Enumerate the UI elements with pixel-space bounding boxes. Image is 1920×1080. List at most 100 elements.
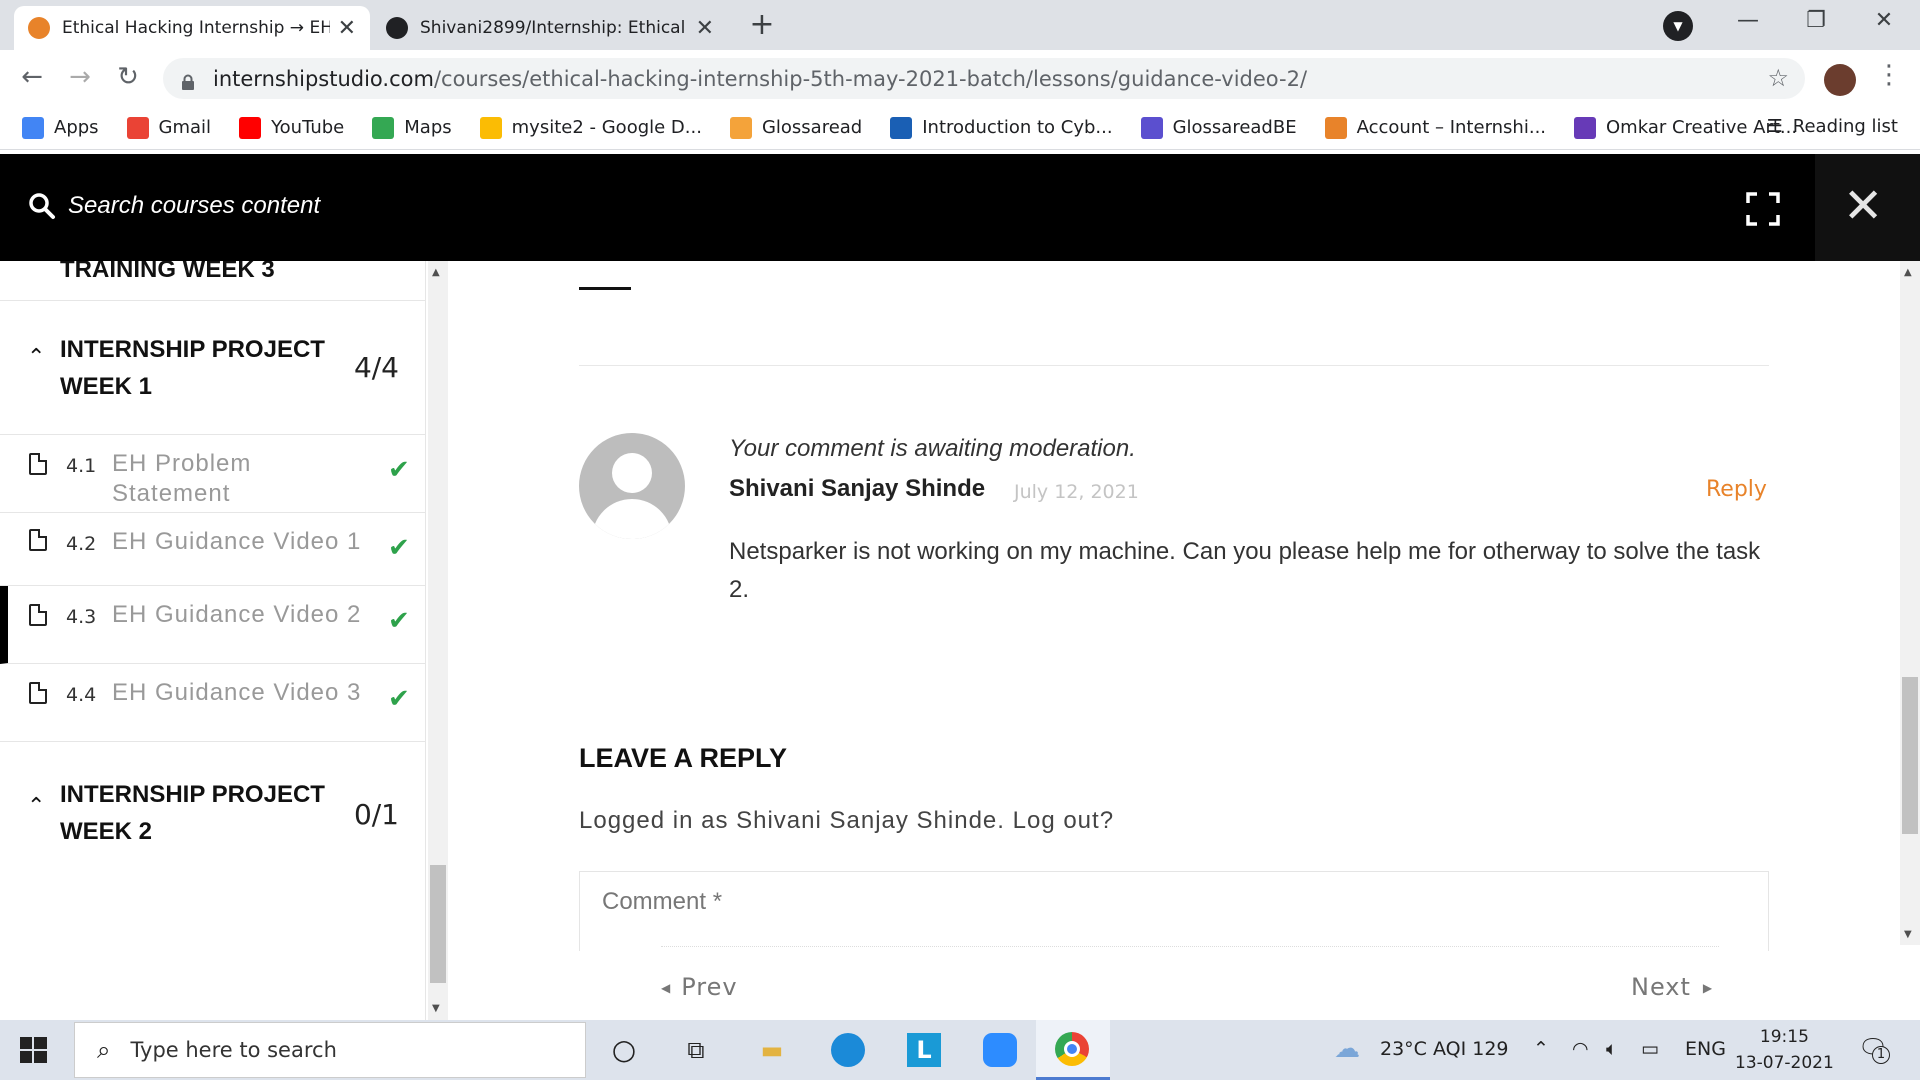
reading-list-label: Reading list: [1792, 116, 1898, 137]
section-internship-project-week-1[interactable]: ⌃ INTERNSHIP PROJECT WEEK 1 4/4: [0, 301, 425, 435]
bookmark-item[interactable]: Account – Internshi...: [1324, 116, 1546, 139]
next-label: Next: [1631, 973, 1691, 1001]
page-scrollbar[interactable]: ▲ ▼: [1900, 261, 1920, 945]
sidebar-scroll-thumb[interactable]: [430, 865, 446, 983]
cortana-icon[interactable]: ○: [604, 1030, 644, 1070]
url-host: internshipstudio.com: [213, 66, 434, 91]
scroll-up-arrow-icon[interactable]: ▲: [432, 267, 440, 278]
apps-grid-icon: [22, 116, 44, 139]
course-header-bar: Search courses content ✕: [0, 154, 1920, 261]
section-internship-project-week-2[interactable]: ⌃ INTERNSHIP PROJECT WEEK 2 0/1: [0, 742, 425, 876]
divider: [579, 287, 631, 290]
chrome-icon: [1055, 1032, 1089, 1066]
volume-icon[interactable]: 🔈︎: [1606, 1038, 1617, 1060]
sidebar-scrollbar[interactable]: ▲ ▼: [428, 261, 448, 1020]
search-icon[interactable]: [28, 192, 56, 220]
close-course-button[interactable]: ✕: [1815, 154, 1920, 261]
bookmark-item[interactable]: Introduction to Cyb...: [890, 116, 1113, 139]
prev-lesson-button[interactable]: ◀ Prev: [661, 973, 738, 1001]
restore-window-icon[interactable]: ❐: [1786, 8, 1846, 33]
page-scroll-thumb[interactable]: [1902, 677, 1918, 834]
notification-center-icon[interactable]: 🗨︎ 1: [1858, 1034, 1890, 1064]
lesson-item-4-1[interactable]: 4.1 EH Problem Statement ✔: [0, 435, 425, 513]
document-icon: [29, 682, 47, 704]
bookmarks-bar: Apps Gmail YouTube Maps mysite2 - Google D..…: [0, 106, 1920, 150]
taskbar-search-box[interactable]: ⌕ Type here to search: [74, 1022, 586, 1078]
bookmark-label: Gmail: [158, 117, 212, 138]
show-hidden-icons-chevron-icon[interactable]: ⌃: [1533, 1038, 1549, 1060]
edge-browser-icon[interactable]: [828, 1030, 868, 1070]
chevron-up-icon[interactable]: ⌃: [27, 345, 45, 370]
completed-check-icon: ✔: [388, 684, 410, 714]
zoom-app-icon[interactable]: [980, 1030, 1020, 1070]
new-tab-plus-icon[interactable]: +: [742, 8, 782, 44]
lesson-item-4-4[interactable]: 4.4 EH Guidance Video 3 ✔: [0, 664, 425, 742]
bookmark-item[interactable]: Gmail: [126, 116, 212, 139]
close-tab-icon[interactable]: ✕: [338, 16, 356, 41]
wifi-icon[interactable]: ◠: [1572, 1038, 1589, 1060]
bookmark-item[interactable]: Maps: [372, 116, 452, 139]
s-logo-icon: [890, 116, 913, 139]
section-progress-count: 4/4: [353, 351, 399, 384]
close-tab-icon[interactable]: ✕: [696, 16, 714, 41]
commenter-avatar: [579, 433, 685, 539]
bookmark-label: Introduction to Cyb...: [922, 117, 1113, 138]
comment-author: Shivani Sanjay Shinde: [729, 475, 986, 502]
next-lesson-button[interactable]: Next ▶: [1631, 973, 1713, 1001]
bookmark-item[interactable]: Apps: [22, 116, 99, 139]
profile-avatar[interactable]: [1824, 64, 1856, 96]
url-path: /courses/ethical-hacking-internship-5th-…: [433, 66, 1308, 91]
section-title-line1: INTERNSHIP PROJECT: [60, 336, 325, 363]
completed-check-icon: ✔: [388, 533, 410, 563]
scroll-down-arrow-icon[interactable]: ▼: [432, 1003, 440, 1014]
reading-list-button[interactable]: ☰ Reading list: [1767, 116, 1898, 137]
chrome-taskbar-button[interactable]: [1036, 1020, 1110, 1080]
bookmark-item[interactable]: Glossaread: [729, 116, 863, 139]
scroll-down-arrow-icon[interactable]: ▼: [1904, 929, 1912, 940]
search-courses-input[interactable]: Search courses content: [68, 192, 320, 220]
bookmark-item[interactable]: Omkar Creative Art...: [1574, 116, 1797, 139]
bookmark-item[interactable]: mysite2 - Google D...: [479, 116, 702, 139]
task-view-icon[interactable]: ⧉: [676, 1030, 716, 1070]
weather-text[interactable]: 23°C AQI 129: [1380, 1038, 1509, 1060]
file-explorer-icon[interactable]: ▬: [752, 1030, 792, 1070]
glossareadbe-icon: [1140, 116, 1163, 139]
lesson-item-4-2[interactable]: 4.2 EH Guidance Video 1 ✔: [0, 513, 425, 586]
bookmark-label: Glossaread: [761, 117, 863, 138]
tab-github-internship[interactable]: Shivani2899/Internship: Ethical H ✕: [372, 6, 728, 50]
battery-icon[interactable]: ▭: [1641, 1038, 1659, 1060]
close-window-icon[interactable]: ✕: [1854, 8, 1914, 33]
back-arrow-icon[interactable]: ←: [14, 62, 50, 92]
bookmark-label: YouTube: [271, 117, 345, 138]
lesson-navigation: ◀ Prev Next ▶: [449, 951, 1900, 1020]
reply-link[interactable]: Reply: [1706, 477, 1767, 502]
section-title-line2: WEEK 2: [60, 818, 153, 845]
fullscreen-icon[interactable]: [1746, 192, 1780, 226]
address-bar[interactable]: internshipstudio.com/courses/ethical-hac…: [163, 58, 1805, 99]
minimize-window-icon[interactable]: —: [1718, 8, 1778, 33]
weather-icon[interactable]: ☁: [1334, 1034, 1360, 1064]
windows-start-icon[interactable]: [20, 1036, 48, 1064]
scroll-up-arrow-icon[interactable]: ▲: [1904, 267, 1912, 278]
bookmark-star-icon[interactable]: ☆: [1767, 64, 1789, 92]
browser-toolbar: ← → ↻ internshipstudio.com/courses/ethic…: [0, 50, 1920, 106]
language-indicator[interactable]: ENG: [1685, 1038, 1726, 1060]
maps-pin-icon: [372, 116, 395, 139]
lesson-item-4-3-current[interactable]: 4.3 EH Guidance Video 2 ✔: [0, 586, 425, 664]
chevron-up-icon[interactable]: ⌃: [27, 794, 45, 819]
browser-tab-strip: Ethical Hacking Internship → EH G ✕ Shiv…: [0, 0, 1920, 50]
chrome-menu-icon[interactable]: ⋮: [1876, 60, 1902, 90]
tab-search-icon[interactable]: ▼: [1663, 11, 1693, 41]
comment-date[interactable]: July 12, 2021: [1014, 481, 1139, 503]
tab-ethical-hacking[interactable]: Ethical Hacking Internship → EH G ✕: [14, 6, 370, 50]
section-training-week-3[interactable]: TRAINING WEEK 3: [0, 261, 425, 301]
bookmark-item[interactable]: YouTube: [239, 116, 345, 139]
search-icon: ⌕: [97, 1036, 111, 1064]
lesson-number: 4.3: [66, 606, 97, 628]
l-app-icon[interactable]: L: [904, 1030, 944, 1070]
reload-icon[interactable]: ↻: [110, 62, 146, 92]
logout-link[interactable]: Log out?: [1013, 807, 1114, 834]
bookmark-item[interactable]: GlossareadBE: [1140, 116, 1297, 139]
system-clock[interactable]: 19:15 13-07-2021: [1735, 1024, 1834, 1076]
forward-arrow-icon[interactable]: →: [62, 62, 98, 92]
